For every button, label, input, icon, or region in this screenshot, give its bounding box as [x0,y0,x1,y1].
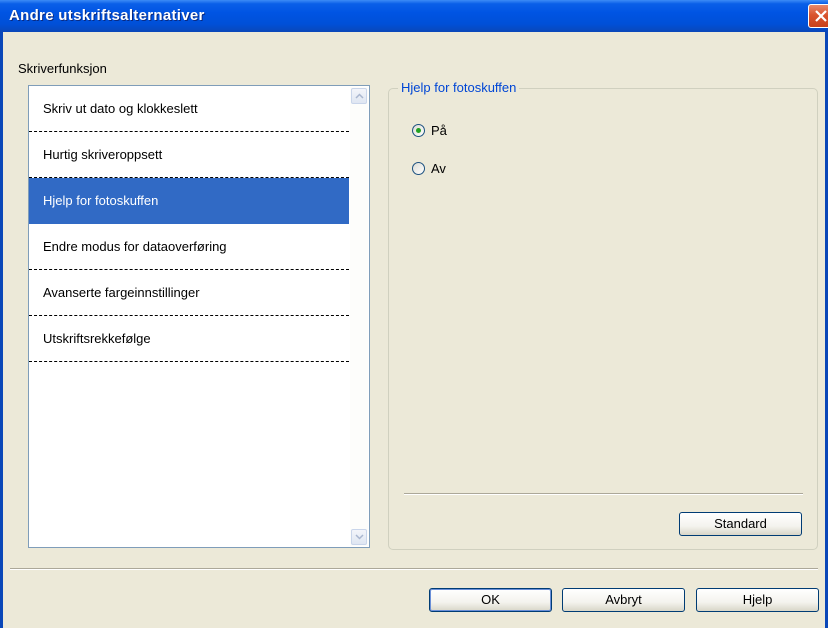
list-item[interactable]: Hurtig skriveroppsett [29,132,349,178]
radio-selected-dot [416,128,421,133]
settings-divider [404,493,803,495]
window-title: Andre utskriftsalternativer [9,7,205,24]
settings-group [388,88,818,550]
standard-button[interactable]: Standard [679,512,802,536]
list-item-selected[interactable]: Hjelp for fotoskuffen [29,178,349,224]
scroll-up-button[interactable] [351,88,367,104]
radio-on[interactable]: På [412,123,492,141]
list-item[interactable]: Skriv ut dato og klokkeslett [29,86,349,132]
title-bar[interactable]: Andre utskriftsalternativer [0,0,828,32]
chevron-down-icon [355,534,364,540]
chevron-up-icon [355,93,364,99]
scroll-down-button[interactable] [351,529,367,545]
footer-divider [10,568,818,570]
function-list[interactable]: Skriv ut dato og klokkeslett Hurtig skri… [28,85,370,548]
list-item[interactable]: Utskriftsrekkefølge [29,316,349,362]
radio-on-circle[interactable] [412,124,425,137]
radio-off-circle[interactable] [412,162,425,175]
cancel-button[interactable]: Avbryt [562,588,685,612]
window-left-border [0,32,3,628]
settings-group-title: Hjelp for fotoskuffen [398,80,520,95]
list-item[interactable]: Avanserte fargeinnstillinger [29,270,349,316]
dialog-window: Andre utskriftsalternativer Skriverfunks… [0,0,828,628]
ok-button[interactable]: OK [429,588,552,612]
list-scrollbar[interactable] [350,87,368,546]
close-button[interactable] [808,4,828,28]
close-icon [815,10,827,22]
help-button[interactable]: Hjelp [696,588,819,612]
function-list-label: Skriverfunksjon [18,61,107,76]
list-item[interactable]: Endre modus for dataoverføring [29,224,349,270]
radio-off[interactable]: Av [412,161,492,179]
